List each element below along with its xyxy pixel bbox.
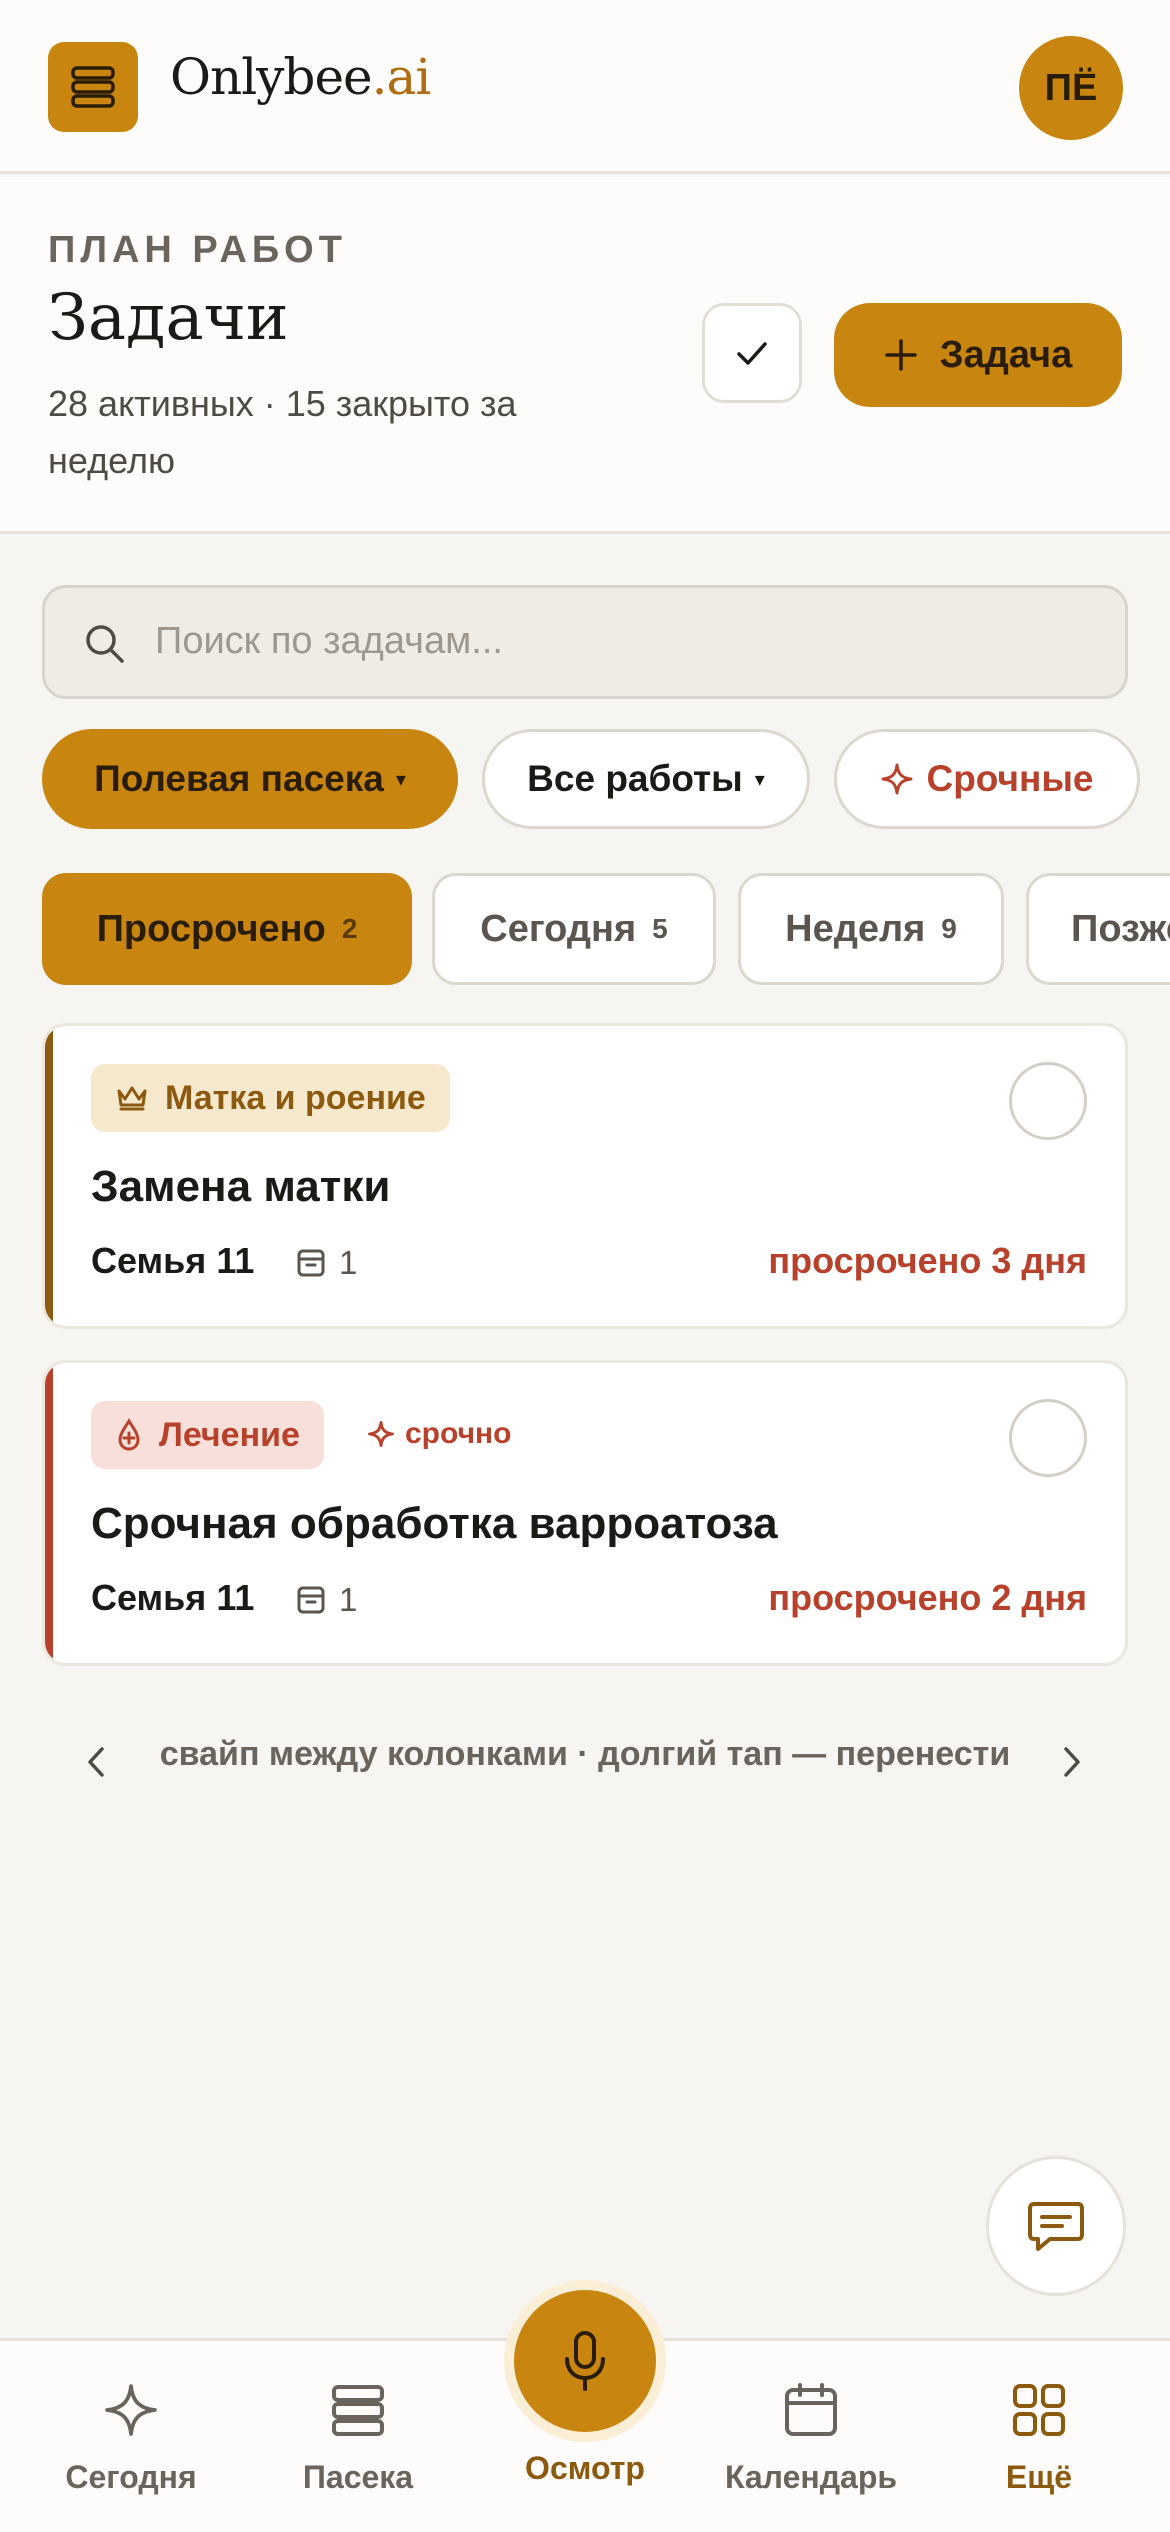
add-task-label: Задача [939,333,1073,376]
tab-later[interactable]: Позже [1026,873,1170,985]
sparkle-icon [105,2384,157,2436]
task-category-tag: Лечение [91,1401,324,1469]
filter-urgent-label: Срочные [926,758,1094,799]
crown-icon [117,1086,147,1111]
page-eyebrow: ПЛАН РАБОТ [48,229,347,271]
task-urgent-flag: срочно [367,1417,511,1451]
stack-icon [332,2385,384,2436]
task-title: Срочная обработка варроатоза [91,1499,778,1548]
chat-icon [1028,2202,1084,2251]
page-header: ПЛАН РАБОТ Задачи 28 активных · 15 закры… [0,177,1170,534]
task-accent-bar [45,1363,53,1663]
filter-urgent[interactable]: Срочные [834,729,1140,829]
task-card[interactable]: Матка и роение Замена матки Семья 11 1 п… [42,1023,1128,1329]
top-bar: Onlybee.ai ПЁ [0,0,1170,174]
check-icon [737,342,767,365]
tab-week[interactable]: Неделя 9 [738,873,1004,985]
nav-calendar[interactable]: Календарь [711,2377,911,2496]
task-urgent-label: срочно [405,1417,512,1450]
filter-apiary-label: Полевая пасека [94,758,384,799]
task-card[interactable]: Лечение срочно Срочная обработка варроат… [42,1360,1128,1666]
task-category-label: Матка и роение [165,1078,426,1117]
chevron-down-icon: ▾ [754,768,765,791]
tab-week-count: 9 [941,913,957,944]
page-title: Задачи [48,281,289,355]
complete-mode-button[interactable] [702,303,802,403]
avatar[interactable]: ПЁ [1019,36,1123,140]
task-accent-bar [45,1026,53,1326]
task-category-tag: Матка и роение [91,1064,450,1132]
plus-icon [885,339,917,371]
sparkle-icon [368,1421,394,1447]
search-icon [86,625,124,663]
task-hive-count: 1 [295,1581,357,1619]
filter-apiary[interactable]: Полевая пасека ▾ [42,729,458,829]
tab-overdue-count: 2 [341,913,358,944]
task-hive-count-value: 1 [339,1244,358,1281]
search-input[interactable]: Поиск по задачам... [42,585,1128,699]
page-subtitle: 28 активных · 15 закрыто за неделю [48,383,517,481]
filter-work-type-label: Все работы [527,758,743,799]
sparkle-icon [881,763,913,795]
swipe-hint: свайп между колонками · долгий тап — пер… [159,1735,1011,1773]
chevron-right-icon[interactable] [1060,1745,1084,1779]
tab-today-label: Сегодня [480,907,637,950]
mic-icon [565,2331,605,2391]
search-placeholder: Поиск по задачам... [155,620,503,662]
hive-box-icon [297,1249,325,1277]
task-hive-count-value: 1 [339,1581,358,1618]
grid-icon [1013,2384,1065,2436]
filter-work-type[interactable]: Все работы ▾ [482,729,810,829]
task-title: Замена матки [91,1162,391,1211]
app-logo: Onlybee.ai [170,48,431,106]
chat-button[interactable] [986,2156,1126,2296]
task-family: Семья 11 [91,1240,255,1281]
nav-more[interactable]: Ещё [939,2377,1139,2496]
add-task-button[interactable]: Задача [834,303,1122,407]
task-due-status: просрочено 2 дня [768,1577,1087,1618]
tab-today[interactable]: Сегодня 5 [432,873,716,985]
nav-today[interactable]: Сегодня [31,2377,231,2496]
tab-today-count: 5 [652,913,668,944]
menu-icon [71,66,115,108]
nav-apiary[interactable]: Пасека [258,2377,458,2496]
menu-button[interactable] [48,42,138,132]
inspection-mic-button[interactable] [504,2280,666,2442]
nav-more-label: Ещё [1005,2459,1073,2495]
nav-today-label: Сегодня [65,2459,197,2495]
tab-week-label: Неделя [785,907,926,950]
tab-overdue-label: Просрочено [96,907,326,950]
tab-overdue[interactable]: Просрочено 2 [42,873,412,985]
calendar-icon [785,2383,837,2436]
hive-box-icon [297,1586,325,1614]
tab-later-label: Позже [1071,907,1170,950]
nav-calendar-label: Календарь [724,2459,898,2495]
drop-icon [118,1418,140,1451]
task-category-label: Лечение [159,1415,300,1454]
nav-apiary-label: Пасека [302,2459,414,2495]
task-hive-count: 1 [295,1244,357,1282]
task-complete-checkbox[interactable] [1009,1399,1087,1477]
task-due-status: просрочено 3 дня [768,1240,1087,1281]
chevron-down-icon: ▾ [395,768,406,791]
task-family: Семья 11 [91,1577,255,1618]
task-complete-checkbox[interactable] [1009,1062,1087,1140]
nav-inspection-label: Осмотр [525,2450,645,2486]
